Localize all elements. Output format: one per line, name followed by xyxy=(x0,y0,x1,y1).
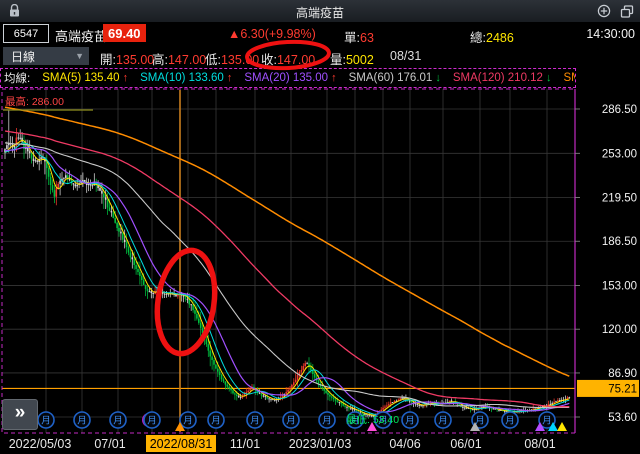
chevron-down-icon: ▼ xyxy=(75,51,84,61)
sma-legend-item-4: SMA(120) 210.12↓ xyxy=(453,72,552,84)
month-icon: 月 xyxy=(542,415,552,426)
price-tick-label: 253.00 xyxy=(602,148,637,160)
total-volume-label: 總 xyxy=(470,31,483,45)
single-volume-value: 63 xyxy=(360,31,374,45)
sma-legend-item-3: SMA(60) 176.01↓ xyxy=(349,72,441,84)
up-arrow-icon: ↑ xyxy=(227,72,233,84)
down-arrow-icon: ↓ xyxy=(546,72,552,84)
price-change: ▲6.30(+9.98%) xyxy=(228,27,316,41)
window-title: 高端疫苗 xyxy=(0,4,640,21)
month-markers: 月月月月月月月月月月月月月月月月 xyxy=(38,412,555,428)
sma-legend-item-5: SMA(240 xyxy=(563,72,576,84)
month-icon: 月 xyxy=(322,415,332,426)
stock-name: 高端疫苗 xyxy=(55,26,107,45)
price-axis: 286.50 253.00 219.50 186.50 153.00 120.00 86.9… xyxy=(575,104,639,424)
date-tick-label: 11/01 xyxy=(230,437,260,451)
sma-20-line xyxy=(5,148,569,413)
period-dropdown-value: 日線 xyxy=(11,48,35,65)
sma-legend-prefix: 均線: xyxy=(4,70,30,86)
price-tick-label: 186.50 xyxy=(602,236,637,248)
quote-row: 6547 高端疫苗 69.40 ▲6.30(+9.98%) 單:63 總:248… xyxy=(0,22,640,46)
month-icon: 月 xyxy=(286,415,296,426)
month-icon: 月 xyxy=(77,415,87,426)
sma-legend-item-2: SMA(20) 135.00↑ xyxy=(244,72,336,84)
month-icon: 月 xyxy=(183,415,193,426)
restore-window-icon[interactable] xyxy=(620,5,634,23)
svg-text:75.21: 75.21 xyxy=(608,383,637,395)
month-icon: 月 xyxy=(41,415,51,426)
total-volume-value: 2486 xyxy=(486,31,514,45)
price-tick-label: 86.90 xyxy=(608,368,637,380)
month-icon: 月 xyxy=(113,415,123,426)
ohlc-field-0: 開:135.00 xyxy=(100,49,154,68)
date-tick-label: 2023/01/03 xyxy=(289,437,352,451)
month-icon: 月 xyxy=(475,415,485,426)
last-price-badge: 69.40 xyxy=(103,24,146,42)
sma-legend-item-0: SMA(5) 135.40↑ xyxy=(42,72,128,84)
month-icon: 月 xyxy=(505,415,515,426)
single-volume: 單:63 xyxy=(344,27,374,46)
price-tick-label: 286.50 xyxy=(602,104,637,116)
month-icon: 月 xyxy=(438,415,448,426)
sma-legend-item-1: SMA(10) 133.60↑ xyxy=(140,72,232,84)
month-icon: 月 xyxy=(250,415,260,426)
down-arrow-icon: ↓ xyxy=(435,72,441,84)
trading-app-window: { "window": { "title": "高端疫苗" }, "quote"… xyxy=(0,0,640,454)
month-icon: 月 xyxy=(147,415,157,426)
total-volume: 總:2486 xyxy=(470,27,514,46)
chart-border xyxy=(2,89,575,433)
quote-date: 08/31 xyxy=(390,49,421,63)
date-tick-label: 08/01 xyxy=(524,437,555,451)
controls-row: 日線 ▼ 開:135.00高:147.00低:135.00收:147.00 量:5… xyxy=(0,46,640,68)
quote-time: 14:30:00 xyxy=(586,27,635,41)
date-tick-label: 2022/08/31 xyxy=(150,437,213,451)
date-tick-label: 2022/05/03 xyxy=(9,437,72,451)
sma-5-line xyxy=(5,140,569,415)
highest-price-label: 最高: 286.00 xyxy=(5,95,64,108)
month-icon: 月 xyxy=(405,415,415,426)
up-arrow-icon: ↑ xyxy=(123,72,129,84)
zoom-plus-icon[interactable] xyxy=(597,4,611,23)
ohlc-field-2: 低:135.00 xyxy=(205,49,259,68)
chart-grid xyxy=(2,89,575,433)
ohlc-field-3: 收:147.00 xyxy=(261,49,315,68)
sma-legend: 均線: SMA(5) 135.40↑ SMA(10) 133.60↑ SMA(20)… xyxy=(0,68,576,88)
expand-panel-button[interactable]: » xyxy=(2,399,38,430)
date-tick-label: 06/01 xyxy=(450,437,481,451)
title-bar: 高端疫苗 xyxy=(0,0,640,22)
price-tick-label: 219.50 xyxy=(602,193,637,205)
period-dropdown[interactable]: 日線 ▼ xyxy=(3,47,89,65)
price-tick-label: 53.60 xyxy=(608,412,637,424)
candles xyxy=(4,110,570,418)
price-tick-label: 120.00 xyxy=(602,324,637,336)
sma-240-line xyxy=(5,107,569,376)
date-axis: 2022/05/03 07/01 2022/08/31 11/01 2023/01/03… xyxy=(9,435,556,452)
event-triangle-icon-5 xyxy=(557,422,567,431)
single-volume-label: 單 xyxy=(344,31,357,45)
symbol-input[interactable]: 6547 xyxy=(3,24,49,43)
up-arrow-icon: ↑ xyxy=(331,72,337,84)
price-tick-label: 153.00 xyxy=(602,281,637,293)
month-icon: 月 xyxy=(211,415,221,426)
ohlc-field-4: 量:5002 xyxy=(330,49,374,68)
date-tick-label: 07/01 xyxy=(94,437,125,451)
candlestick-chart[interactable]: 月月月月月月月月月月月月月月月月最高: 286.00最低: 53.40286.5… xyxy=(0,88,640,454)
date-tick-label: 04/06 xyxy=(389,437,420,451)
ohlc-field-1: 高:147.00 xyxy=(152,49,206,68)
